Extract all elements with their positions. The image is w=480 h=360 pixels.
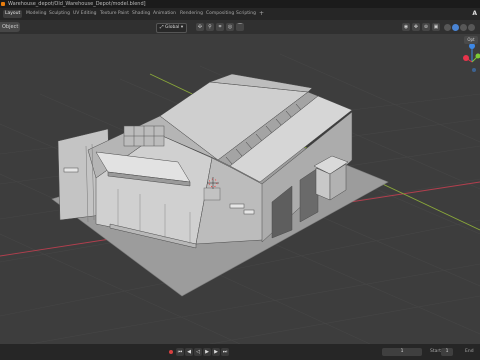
scene-selector[interactable]: A: [466, 8, 480, 20]
xray-icon[interactable]: ▣: [432, 23, 440, 31]
play-reverse-icon[interactable]: ◁: [194, 348, 202, 356]
proportional-edit-icon[interactable]: ◎: [226, 23, 234, 31]
current-frame-field[interactable]: 1: [382, 348, 422, 356]
scene-label: A: [472, 10, 477, 17]
tab-rendering[interactable]: Rendering: [178, 10, 205, 18]
blender-logo-icon: [1, 2, 5, 6]
start-frame-field[interactable]: 1: [441, 348, 453, 356]
window-title: Warehouse_depot/Old_Warehouse_Depot/mode…: [8, 1, 146, 7]
tab-compositing[interactable]: Compositing: [204, 10, 236, 18]
title-bar: Warehouse_depot/Old_Warehouse_Depot/mode…: [0, 0, 480, 8]
add-workspace-button[interactable]: +: [259, 10, 264, 18]
jump-end-icon[interactable]: ⏭: [221, 348, 229, 356]
mode-selector[interactable]: Object: [0, 22, 21, 32]
overlays-icon[interactable]: ⊚: [422, 23, 430, 31]
pivot-icon[interactable]: ✣: [196, 23, 204, 31]
falloff-icon[interactable]: ⁀: [236, 23, 244, 31]
solid-shading-icon[interactable]: [452, 24, 459, 31]
viewport-header: Object ⤢ Global ▾ ✣ ⚲ ⌗ ◎ ⁀ ◉ ✥ ⊚ ▣: [0, 20, 480, 34]
jump-start-icon[interactable]: ⏮: [176, 348, 184, 356]
tab-shading[interactable]: Shading: [130, 10, 152, 18]
play-icon[interactable]: ▶: [203, 348, 211, 356]
timeline-bar: ⏮ ◀ ◁ ▶ ▶ ⏭ 1 Start 1 End: [0, 344, 480, 360]
tab-scripting[interactable]: Scripting: [234, 10, 258, 18]
visibility-icon[interactable]: ◉: [402, 23, 410, 31]
3d-viewport[interactable]: [0, 34, 480, 344]
snap-target-icon[interactable]: ⌗: [216, 23, 224, 31]
workspace-tabs: Layout Modeling Sculpting UV Editing Tex…: [0, 8, 480, 20]
wireframe-shading-icon[interactable]: [444, 24, 451, 31]
snap-icon[interactable]: ⚲: [206, 23, 214, 31]
step-back-icon[interactable]: ◀: [185, 348, 193, 356]
tab-animation[interactable]: Animation: [151, 10, 178, 18]
start-label: Start: [430, 349, 441, 354]
record-icon[interactable]: [169, 350, 173, 354]
transform-orientation-select[interactable]: ⤢ Global ▾: [156, 23, 188, 33]
tab-layout[interactable]: Layout: [3, 10, 23, 18]
end-label: End: [465, 349, 474, 354]
gizmo-axes-icon: [463, 43, 480, 72]
material-shading-icon[interactable]: [460, 24, 467, 31]
tab-modeling[interactable]: Modeling: [24, 10, 48, 18]
chevron-down-icon: ▾: [179, 25, 184, 30]
orientation-value: Global: [165, 25, 180, 30]
tab-texture-paint[interactable]: Texture Paint: [98, 10, 131, 18]
options-dropdown[interactable]: Opt: [464, 36, 478, 44]
tab-uv-editing[interactable]: UV Editing: [71, 10, 98, 18]
step-forward-icon[interactable]: ▶: [212, 348, 220, 356]
tab-sculpting[interactable]: Sculpting: [47, 10, 72, 18]
rendered-shading-icon[interactable]: [468, 24, 475, 31]
gizmo-toggle-icon[interactable]: ✥: [412, 23, 420, 31]
